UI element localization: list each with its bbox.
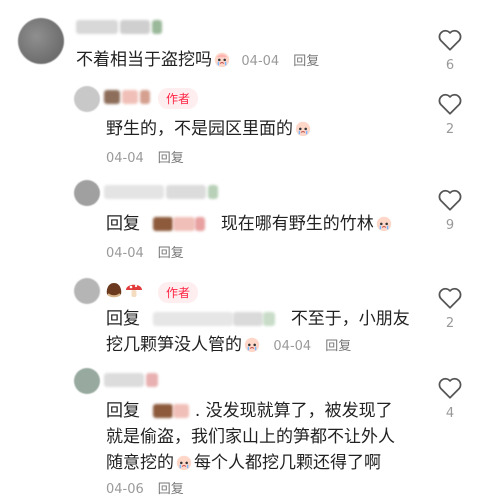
- like-count: 9: [445, 218, 455, 233]
- reply-body: 就是偷盗，我们家山上的笋都不让外人: [106, 427, 395, 447]
- comment-text: 不着相当于盗挖吗 04-04 回复: [76, 47, 319, 75]
- comment-body: 不着相当于盗挖吗: [76, 50, 212, 70]
- like-count: 2: [445, 122, 455, 137]
- reply-date: 04-04: [106, 151, 144, 166]
- crying-emoji-icon: [294, 119, 312, 137]
- reply-body: 挖几颗笋没人管的: [106, 335, 242, 355]
- like-count: 4: [445, 406, 455, 421]
- mushroom-icon: [124, 284, 144, 304]
- mentioned-user[interactable]: [153, 404, 174, 418]
- reply-text: 回复 . 没发现就算了，被发现了: [106, 398, 393, 424]
- username[interactable]: [104, 90, 150, 104]
- heart-outline-icon[interactable]: [437, 286, 463, 310]
- crying-emoji-icon: [175, 453, 193, 471]
- reply-meta: 04-06 回复: [106, 478, 184, 497]
- like-button[interactable]: 4: [430, 376, 470, 421]
- heart-outline-icon[interactable]: [437, 92, 463, 116]
- crying-emoji-icon: [243, 335, 261, 353]
- reply-body: 每个人都挖几颗还得了啊: [194, 453, 381, 473]
- reply-body: 随意挖的: [106, 453, 174, 473]
- heart-outline-icon[interactable]: [437, 28, 463, 52]
- reply-text: 回复 现在哪有野生的竹林: [106, 211, 394, 237]
- reply-text: 野生的，不是园区里面的: [106, 116, 313, 142]
- reply-text: 回复 不至于，小朋友: [106, 306, 410, 332]
- reply-body: 不至于，小朋友: [290, 309, 410, 329]
- author-badge: 作者: [158, 88, 199, 109]
- crying-emoji-icon: [213, 50, 231, 68]
- reply-meta: 04-04 回复: [106, 242, 184, 261]
- username[interactable]: [104, 185, 218, 199]
- like-button[interactable]: 9: [430, 188, 470, 233]
- reply-button[interactable]: 回复: [158, 151, 184, 166]
- avatar[interactable]: [18, 18, 64, 64]
- like-count: 2: [445, 316, 455, 331]
- reply-button[interactable]: 回复: [325, 339, 351, 354]
- heart-outline-icon[interactable]: [437, 188, 463, 212]
- username[interactable]: [104, 280, 144, 304]
- reply-button[interactable]: 回复: [158, 246, 184, 261]
- like-button[interactable]: 6: [430, 28, 470, 73]
- avatar[interactable]: [74, 278, 100, 304]
- avatar[interactable]: [74, 368, 100, 394]
- reply-date: 04-04: [106, 246, 144, 261]
- reply-prefix: 回复: [106, 214, 140, 234]
- avatar[interactable]: [74, 86, 100, 112]
- reply-date: 04-04: [273, 339, 312, 354]
- reply-prefix: 回复: [106, 309, 140, 329]
- reply-button[interactable]: 回复: [158, 482, 184, 497]
- reply-text-line2: 就是偷盗，我们家山上的笋都不让外人: [106, 424, 395, 450]
- like-button[interactable]: 2: [430, 92, 470, 137]
- author-badge: 作者: [158, 282, 199, 303]
- reply-button[interactable]: 回复: [293, 54, 319, 69]
- crying-emoji-icon: [375, 214, 393, 232]
- username[interactable]: [104, 373, 158, 387]
- like-count: 6: [445, 58, 455, 73]
- username[interactable]: [76, 20, 162, 34]
- reply-body: 野生的，不是园区里面的: [106, 119, 293, 139]
- reply-body: 现在哪有野生的竹林: [220, 214, 374, 234]
- mentioned-user[interactable]: [153, 217, 174, 231]
- chestnut-icon: [104, 283, 124, 304]
- reply-text-line3: 随意挖的 每个人都挖几颗还得了啊: [106, 450, 381, 476]
- avatar[interactable]: [74, 180, 100, 206]
- reply-meta: 04-04 回复: [106, 147, 184, 166]
- heart-outline-icon[interactable]: [437, 376, 463, 400]
- like-button[interactable]: 2: [430, 286, 470, 331]
- comment-date: 04-04: [241, 54, 280, 69]
- reply-body: . 没发现就算了，被发现了: [194, 401, 393, 421]
- reply-text-line2: 挖几颗笋没人管的 04-04 回复: [106, 332, 351, 360]
- mentioned-user[interactable]: [153, 312, 234, 326]
- reply-date: 04-06: [106, 482, 144, 497]
- reply-prefix: 回复: [106, 401, 140, 421]
